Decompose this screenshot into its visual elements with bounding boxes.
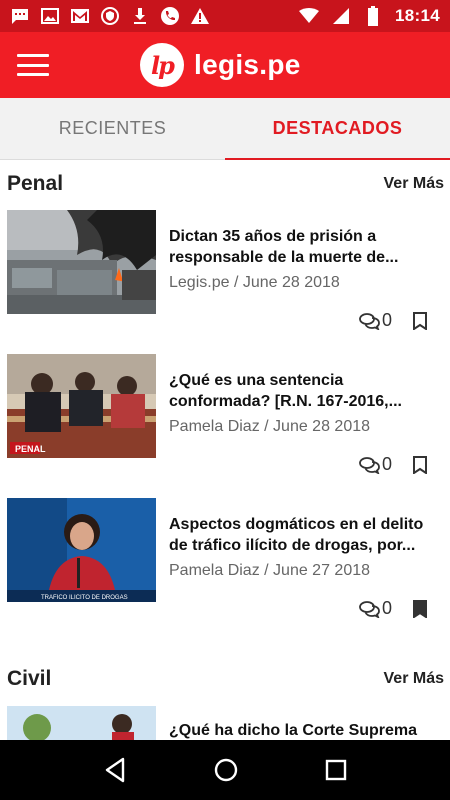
phone-icon (160, 7, 180, 25)
comment-count: 0 (381, 598, 392, 618)
section-title: Civil (7, 667, 52, 690)
comments-count[interactable]: 0 (359, 454, 392, 475)
article-title[interactable]: Aspectos dogmáticos en el delito de tráf… (169, 514, 437, 556)
article-card[interactable]: PENAL ¿Qué es una sentencia conformada? … (0, 352, 450, 496)
section-title: Penal (7, 172, 64, 195)
brand-name: legis.pe (194, 49, 301, 80)
article-meta: Pamela Diaz / June 27 2018 (169, 562, 371, 579)
chat-icon (10, 7, 30, 25)
logo: lp (140, 43, 184, 87)
article-title[interactable]: ¿Qué es una sentencia conformada? [R.N. … (169, 370, 437, 412)
vpn-shield-icon (100, 7, 120, 25)
article-thumbnail[interactable]: TRAFICO ILICITO DE DROGAS (7, 498, 156, 602)
gmail-icon (70, 7, 90, 25)
article-card[interactable]: ¿Qué ha dicho la Corte Suprema (0, 706, 450, 740)
home-icon[interactable] (213, 757, 239, 783)
image-icon (40, 7, 60, 25)
article-actions: 0 (359, 310, 428, 331)
comments-count[interactable]: 0 (359, 598, 392, 619)
tab-bar: RECIENTES DESTACADOS (0, 98, 450, 160)
brand: lp legis.pe (140, 43, 301, 87)
wifi-icon (299, 7, 320, 25)
article-card[interactable]: TRAFICO ILICITO DE DROGAS Aspectos dogmá… (0, 496, 450, 640)
article-title[interactable]: Dictan 35 años de prisión a responsable … (169, 226, 437, 268)
recents-icon[interactable] (325, 759, 347, 781)
article-card[interactable]: Dictan 35 años de prisión a responsable … (0, 208, 450, 352)
see-more-link[interactable]: Ver Más (384, 670, 444, 688)
article-title[interactable]: ¿Qué ha dicho la Corte Suprema (169, 720, 437, 740)
article-actions: 0 (359, 454, 428, 475)
bookmark-filled-icon[interactable] (412, 599, 428, 618)
battery-icon (363, 6, 383, 26)
comment-icon (359, 600, 381, 618)
article-meta: Legis.pe / June 28 2018 (169, 274, 340, 291)
tab-recientes[interactable]: RECIENTES (0, 98, 225, 159)
article-actions: 0 (359, 598, 428, 619)
tab-destacados[interactable]: DESTACADOS (225, 98, 450, 160)
status-bar: 18:14 (0, 0, 450, 32)
app-bar: lp legis.pe (0, 32, 450, 98)
back-icon[interactable] (103, 757, 127, 783)
download-icon (130, 7, 150, 25)
section-header: Civil Ver Más (0, 652, 450, 706)
clock: 18:14 (395, 6, 440, 25)
cellular-signal-icon (331, 7, 351, 25)
section-header: Penal Ver Más (0, 160, 450, 208)
alert-icon (190, 7, 210, 25)
comment-count: 0 (381, 454, 392, 474)
article-thumbnail[interactable] (7, 210, 156, 314)
thumb-caption: TRAFICO ILICITO DE DROGAS (41, 595, 128, 601)
comment-count: 0 (381, 310, 392, 330)
article-thumbnail[interactable] (7, 706, 156, 740)
article-feed[interactable]: Penal Ver Más Dictan 35 años de prisión … (0, 160, 450, 740)
comment-icon (359, 456, 381, 474)
section-penal: Penal Ver Más Dictan 35 años de prisión … (0, 160, 450, 640)
thumb-badge: PENAL (15, 444, 46, 454)
section-civil: Civil Ver Más ¿Qué ha dicho la Corte Sup… (0, 652, 450, 740)
notification-icons (10, 7, 210, 25)
bookmark-icon[interactable] (412, 311, 428, 330)
article-meta: Pamela Diaz / June 28 2018 (169, 418, 371, 435)
hamburger-menu-icon[interactable] (16, 52, 50, 78)
comment-icon (359, 312, 381, 330)
bookmark-icon[interactable] (412, 455, 428, 474)
see-more-link[interactable]: Ver Más (384, 175, 444, 193)
article-thumbnail[interactable]: PENAL (7, 354, 156, 458)
system-icons: 18:14 (299, 6, 440, 26)
comments-count[interactable]: 0 (359, 310, 392, 331)
navigation-bar (0, 740, 450, 800)
